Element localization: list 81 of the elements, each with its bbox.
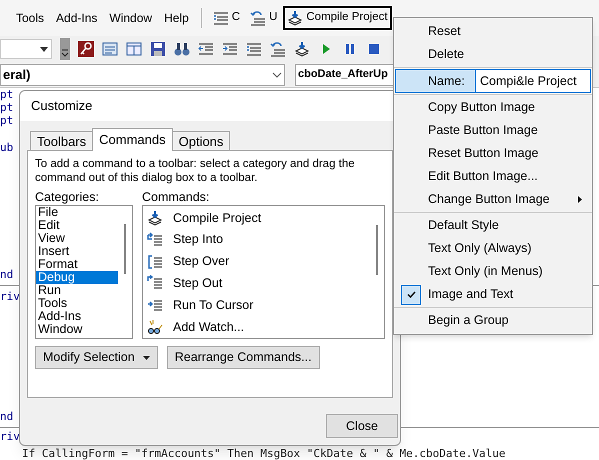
menu-item[interactable]: Edit Button Image... <box>394 165 592 188</box>
step-out-icon <box>147 275 163 292</box>
code-line: pt <box>0 114 14 127</box>
category-item[interactable]: Tools <box>36 297 118 310</box>
menu-item[interactable]: Reset <box>394 20 592 43</box>
name-field[interactable]: Compi&le Project <box>475 70 590 92</box>
menu-item[interactable]: Text Only (Always) <box>394 237 592 260</box>
command-item[interactable]: Run To Cursor <box>143 294 370 316</box>
category-item[interactable]: Run <box>36 284 118 297</box>
window-icon <box>126 41 142 57</box>
menu-item[interactable]: Image and Text <box>394 283 592 306</box>
category-item[interactable]: Debug <box>36 271 118 284</box>
category-item[interactable]: Insert <box>36 245 118 258</box>
menu-item[interactable]: Text Only (in Menus) <box>394 260 592 283</box>
code-line: If CallingForm = "frmAccounts" Then MsgBox "CkDate & " & Me.cboDate.Value <box>21 447 506 460</box>
menu-item[interactable]: Help <box>158 9 195 27</box>
menu-item[interactable]: Window <box>103 9 158 27</box>
toolbar-options-icon[interactable] <box>60 38 70 60</box>
command-item[interactable]: Step Out <box>143 272 370 294</box>
modify-selection-button[interactable]: Modify Selection <box>35 346 158 369</box>
code-line: pt <box>0 101 14 114</box>
form-icon <box>102 41 118 57</box>
rearrange-commands-button[interactable]: Rearrange Commands... <box>166 346 320 369</box>
category-item[interactable]: Format <box>36 258 118 271</box>
category-item[interactable]: File <box>36 206 118 219</box>
toolbar-button[interactable]: U <box>246 6 282 30</box>
category-item[interactable]: Window <box>36 323 118 336</box>
comment-block-icon <box>212 10 229 26</box>
categories-label: Categories: <box>35 190 100 204</box>
binoculars-icon <box>174 41 190 57</box>
stop-icon <box>366 41 382 57</box>
outdent-icon <box>198 41 214 57</box>
menu-item[interactable]: Delete <box>394 43 592 66</box>
tab[interactable]: Commands <box>92 128 173 151</box>
code-line: riv <box>0 430 20 443</box>
code-line: nd <box>0 268 14 281</box>
check-icon <box>406 291 416 298</box>
code-line: nd <box>0 410 14 423</box>
command-item[interactable]: Compile Project <box>143 207 370 229</box>
commands-label: Commands: <box>142 190 210 204</box>
menu-item[interactable]: Add-Ins <box>50 9 104 27</box>
tab[interactable]: Toolbars <box>30 131 94 151</box>
toolbar-button[interactable]: Compile Project <box>283 6 392 30</box>
menu-item[interactable]: Default Style <box>394 214 592 237</box>
indent-icon <box>222 41 238 57</box>
key-icon <box>78 41 94 57</box>
tab[interactable]: Options <box>172 131 230 151</box>
submenu-arrow-icon <box>578 196 582 203</box>
dropdown-icon <box>142 356 150 360</box>
uncomment-block-icon <box>270 41 286 57</box>
uncomment-block-icon <box>250 10 266 26</box>
toolbar-combo[interactable] <box>0 39 52 59</box>
stacked-pages-icon <box>294 41 310 57</box>
toolbar-button[interactable]: C <box>208 6 244 30</box>
category-item[interactable]: Edit <box>36 219 118 232</box>
command-item[interactable]: Step Into <box>143 228 370 251</box>
glasses-icon <box>147 319 163 336</box>
command-item[interactable]: Step Over <box>143 250 370 272</box>
step-over-icon <box>147 254 163 270</box>
menu-item[interactable]: Tools <box>10 9 50 27</box>
code-line: pt <box>0 88 14 101</box>
menu-item[interactable]: Begin a Group <box>394 309 592 332</box>
category-item[interactable]: Add-Ins <box>36 310 118 323</box>
step-into-icon <box>147 232 163 248</box>
save-icon <box>150 41 166 57</box>
comment-block-icon <box>246 41 262 57</box>
name-field-row[interactable]: Name: Compi&le Project <box>395 69 591 93</box>
code-line: riv <box>0 290 20 303</box>
stacked-pages-icon <box>147 210 163 226</box>
dropdown-icon <box>272 72 282 78</box>
menu-item[interactable]: Change Button Image <box>394 188 592 211</box>
command-item[interactable]: Add Watch... <box>143 316 370 338</box>
instructions-text: To add a command to a toolbar: select a category and drag the command out of this dialog box to a toolbar. <box>35 157 356 185</box>
object-combo[interactable]: eral) <box>0 64 285 86</box>
stacked-pages-icon <box>287 10 304 26</box>
menu-item[interactable]: Paste Button Image <box>394 119 592 142</box>
dropdown-icon <box>40 46 48 52</box>
category-item[interactable]: View <box>36 232 118 245</box>
menu-item[interactable]: Reset Button Image <box>394 142 592 165</box>
code-line: ub <box>0 141 14 154</box>
close-button[interactable]: Close <box>326 414 398 438</box>
